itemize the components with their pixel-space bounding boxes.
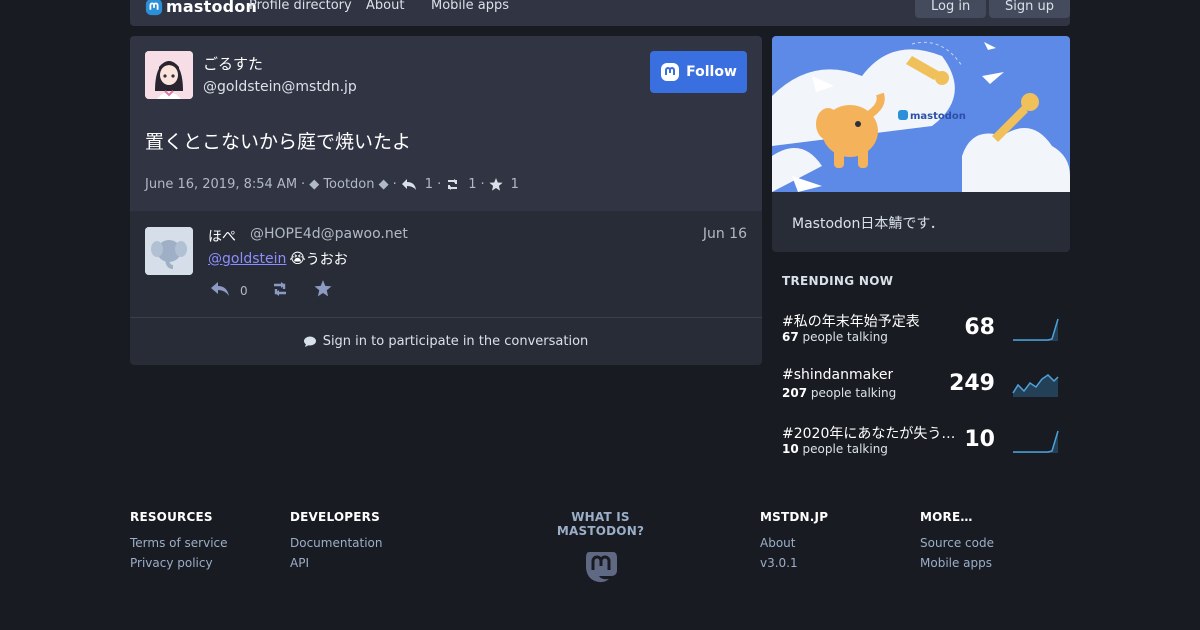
footer-heading: RESOURCES xyxy=(130,510,213,524)
footer-what-is-mastodon: WHAT IS MASTODON? xyxy=(540,510,661,588)
trend-people: 10 people talking xyxy=(782,442,888,456)
hero-brand: mastodon xyxy=(910,111,966,122)
reply-display-name[interactable]: ほぺ xyxy=(208,226,236,246)
separator: · xyxy=(392,177,397,192)
documentation-link[interactable]: Documentation xyxy=(290,536,383,550)
reply-content: @goldstein 😭 うおお xyxy=(208,249,348,269)
follow-label: Follow xyxy=(686,64,737,80)
mastodon-icon xyxy=(145,0,163,15)
mastodon-icon[interactable] xyxy=(583,548,619,584)
reply-button[interactable] xyxy=(210,281,230,301)
trend-hashtag[interactable]: #2020年にあなたが失うもの xyxy=(782,423,962,443)
reply-account[interactable]: @HOPE4d@pawoo.net xyxy=(250,226,408,242)
comments-icon xyxy=(303,336,316,347)
reply-date[interactable]: Jun 16 xyxy=(703,226,747,242)
star-icon xyxy=(489,178,503,191)
trending-title: TRENDING NOW xyxy=(782,274,894,288)
mastodon-icon xyxy=(661,63,680,81)
logo-text: mastodon xyxy=(166,0,258,16)
trend-sparkline xyxy=(1013,318,1059,341)
trend-sparkline xyxy=(1012,374,1059,397)
instance-hero: mastodon Mastodon日本鯖です． xyxy=(772,36,1070,252)
mobile-apps-link[interactable]: Mobile apps xyxy=(920,556,994,570)
anime-girl-avatar-icon xyxy=(145,51,193,99)
reply-count: 1 xyxy=(424,177,434,192)
reply-text: うおお xyxy=(305,252,348,268)
reply-status[interactable]: ほぺ @HOPE4d@pawoo.net Jun 16 @goldstein 😭… xyxy=(130,211,762,317)
trend-count: 68 xyxy=(964,315,995,340)
footer-developers: DEVELOPERS Documentation API xyxy=(290,510,383,570)
login-button[interactable]: Log in xyxy=(915,0,987,18)
nav-mobile-apps[interactable]: Mobile apps xyxy=(431,0,509,13)
sign-in-text: Sign in to participate in the conversati… xyxy=(322,334,589,349)
status-application[interactable]: ◆ Tootdon ◆ xyxy=(309,177,388,192)
boost-count: 1 xyxy=(468,177,477,192)
footer-heading: WHAT IS MASTODON? xyxy=(556,510,645,538)
footer-heading: MORE… xyxy=(920,510,973,524)
boost-icon xyxy=(273,281,286,296)
boost-button[interactable] xyxy=(270,281,290,301)
footer-resources: RESOURCES Terms of service Privacy polic… xyxy=(130,510,228,570)
separator: · xyxy=(480,177,485,192)
star-icon xyxy=(314,280,332,297)
reply-action-count: 0 xyxy=(240,283,248,298)
trend-item[interactable]: #shindanmaker 207 people talking 249 xyxy=(782,367,1060,407)
author-display-name[interactable]: ごるすた xyxy=(203,53,263,74)
boost-icon xyxy=(445,178,460,191)
status-card: ごるすた @goldstein@mstdn.jp Follow 置くとこないから… xyxy=(130,36,762,211)
reply-icon xyxy=(401,178,417,191)
author-avatar[interactable] xyxy=(145,51,193,99)
top-navigation: mastodon Profile directory About Mobile … xyxy=(130,0,1070,26)
author-account[interactable]: @goldstein@mstdn.jp xyxy=(203,79,357,95)
reply-avatar[interactable] xyxy=(145,227,193,275)
trend-people: 207 people talking xyxy=(782,386,897,400)
footer-more: MORE… Source code Mobile apps xyxy=(920,510,994,570)
footer-instance: MSTDN.JP About v3.0.1 xyxy=(760,510,828,570)
trend-count: 249 xyxy=(949,371,995,396)
terms-of-service-link[interactable]: Terms of service xyxy=(130,536,228,550)
sign-in-to-participate[interactable]: Sign in to participate in the conversati… xyxy=(130,317,762,365)
trend-hashtag[interactable]: #私の年末年始予定表 xyxy=(782,311,920,331)
follow-button[interactable]: Follow xyxy=(650,51,747,93)
mastodon-hero-illustration: mastodon xyxy=(772,36,1070,192)
source-code-link[interactable]: Source code xyxy=(920,536,994,550)
favourite-count: 1 xyxy=(510,177,519,192)
footer-heading: DEVELOPERS xyxy=(290,510,380,524)
trend-item[interactable]: #私の年末年始予定表 67 people talking 68 xyxy=(782,311,1060,351)
mastodon-logo[interactable]: mastodon xyxy=(145,0,257,16)
crying-emoji: 😭 xyxy=(289,251,306,267)
footer-heading: MSTDN.JP xyxy=(760,510,829,524)
elephant-avatar-icon xyxy=(145,227,193,275)
trend-hashtag[interactable]: #shindanmaker xyxy=(782,367,893,383)
nav-about[interactable]: About xyxy=(366,0,404,13)
privacy-policy-link[interactable]: Privacy policy xyxy=(130,556,228,570)
trend-people: 67 people talking xyxy=(782,330,888,344)
instance-description: Mastodon日本鯖です． xyxy=(792,216,944,232)
trend-sparkline xyxy=(1013,430,1059,453)
status-content: 置くとこないから庭で焼いたよ xyxy=(145,131,412,153)
reply-icon xyxy=(211,281,229,296)
api-link[interactable]: API xyxy=(290,556,383,570)
signup-button[interactable]: Sign up xyxy=(989,0,1070,18)
nav-profile-directory[interactable]: Profile directory xyxy=(249,0,352,13)
status-date[interactable]: June 16, 2019, 8:54 AM xyxy=(145,177,297,192)
trend-count: 10 xyxy=(964,427,995,452)
separator: · xyxy=(437,177,442,192)
reply-action-bar: 0 xyxy=(210,280,332,301)
separator: · xyxy=(301,177,306,192)
instance-about-link[interactable]: About xyxy=(760,536,828,550)
trend-item[interactable]: #2020年にあなたが失うもの 10 people talking 10 xyxy=(782,423,1060,463)
mention-link[interactable]: @goldstein xyxy=(208,251,286,267)
version-link[interactable]: v3.0.1 xyxy=(760,556,828,570)
favourite-button[interactable] xyxy=(314,280,332,301)
status-meta: June 16, 2019, 8:54 AM · ◆ Tootdon ◆ · 1… xyxy=(145,177,519,192)
